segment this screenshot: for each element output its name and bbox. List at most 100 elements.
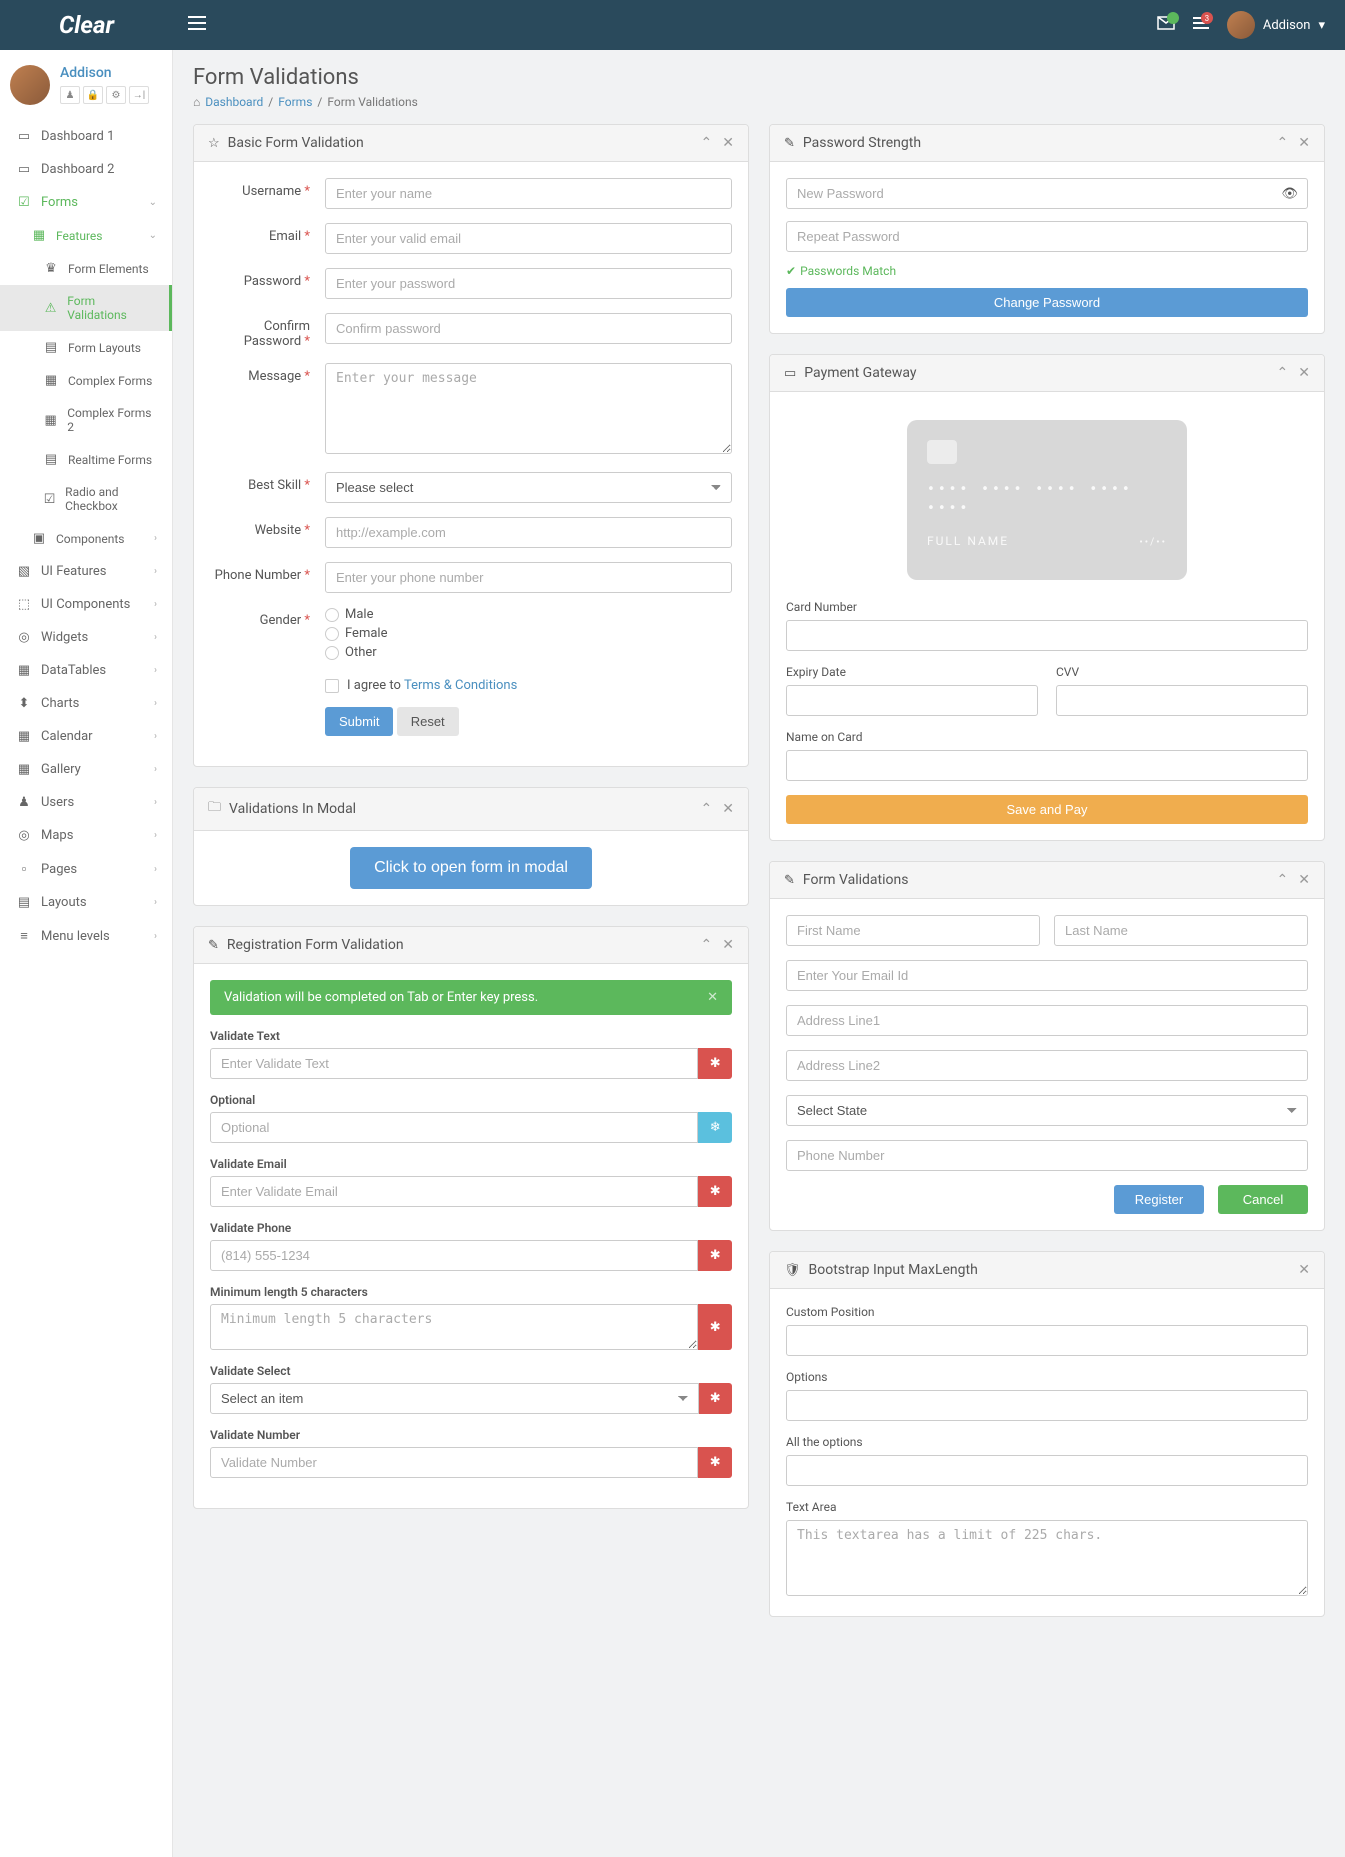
password-input[interactable] bbox=[325, 268, 732, 299]
user-lock-icon[interactable]: 🔒 bbox=[83, 86, 103, 104]
asterisk-icon[interactable]: ✱ bbox=[699, 1383, 733, 1414]
close-icon[interactable]: ✕ bbox=[1298, 1262, 1310, 1278]
sidebar-item-features[interactable]: ▦Features⌄ bbox=[0, 219, 172, 252]
tasks-icon[interactable]: 3 bbox=[1193, 16, 1209, 34]
sidebar-item-users[interactable]: ♟Users› bbox=[0, 786, 172, 819]
sidebar-item-menu-levels[interactable]: ≡Menu levels› bbox=[0, 919, 172, 953]
collapse-icon[interactable]: ⌃ bbox=[701, 801, 713, 817]
agree-checkbox[interactable]: I agree to Terms & Conditions bbox=[325, 678, 732, 693]
snowflake-icon[interactable]: ❄ bbox=[698, 1112, 732, 1143]
user-profile-icon[interactable]: ♟ bbox=[60, 86, 80, 104]
sidebar-item-maps[interactable]: ◎Maps› bbox=[0, 819, 172, 852]
card-name-input[interactable] bbox=[786, 750, 1308, 781]
close-icon[interactable]: ✕ bbox=[722, 937, 734, 953]
sidebar-item-calendar[interactable]: ▦Calendar› bbox=[0, 720, 172, 753]
asterisk-icon[interactable]: ✱ bbox=[698, 1304, 732, 1350]
mail-icon[interactable] bbox=[1157, 16, 1175, 34]
sidebar-item-charts[interactable]: ⬍Charts› bbox=[0, 687, 172, 720]
skill-select[interactable]: Please select bbox=[325, 472, 732, 503]
sidebar-item-form-layouts[interactable]: ▤Form Layouts bbox=[0, 331, 172, 364]
terms-link[interactable]: Terms & Conditions bbox=[404, 678, 517, 693]
user-logout-icon[interactable]: →| bbox=[129, 86, 149, 104]
change-password-button[interactable]: Change Password bbox=[786, 288, 1308, 317]
sidebar-item-complex-forms-2[interactable]: ▦Complex Forms 2 bbox=[0, 397, 172, 443]
eye-icon[interactable]: 👁 bbox=[1281, 186, 1298, 201]
reg-input-validate-text[interactable] bbox=[210, 1048, 698, 1079]
collapse-icon[interactable]: ⌃ bbox=[1277, 135, 1289, 151]
message-textarea[interactable] bbox=[325, 363, 732, 454]
confirm-password-input[interactable] bbox=[325, 313, 732, 344]
sidebar-item-form-validations[interactable]: ⚠Form Validations bbox=[0, 285, 172, 331]
email-id-input[interactable] bbox=[786, 960, 1308, 991]
collapse-icon[interactable]: ⌃ bbox=[1277, 365, 1289, 381]
sidebar-item-ui-features[interactable]: ▧UI Features› bbox=[0, 555, 172, 588]
close-icon[interactable]: ✕ bbox=[1298, 872, 1310, 888]
sidebar-user-name[interactable]: Addison bbox=[60, 65, 149, 81]
brand-logo[interactable]: Clear bbox=[0, 11, 173, 39]
sidebar-item-radio-and-checkbox[interactable]: ☑Radio and Checkbox bbox=[0, 476, 172, 522]
website-input[interactable] bbox=[325, 517, 732, 548]
close-icon[interactable]: ✕ bbox=[722, 801, 734, 817]
sidebar-item-ui-components[interactable]: ⬚UI Components› bbox=[0, 588, 172, 621]
submit-button[interactable]: Submit bbox=[325, 707, 393, 736]
asterisk-icon[interactable]: ✱ bbox=[698, 1176, 732, 1207]
sidebar-item-dashboard-1[interactable]: ▭Dashboard 1 bbox=[0, 120, 172, 153]
state-select[interactable]: Select State bbox=[786, 1095, 1308, 1126]
last-name-input[interactable] bbox=[1054, 915, 1308, 946]
sidebar-item-datatables[interactable]: ▦DataTables› bbox=[0, 654, 172, 687]
new-password-input[interactable] bbox=[786, 178, 1308, 209]
alert-close-icon[interactable]: ✕ bbox=[707, 990, 718, 1005]
options-input[interactable] bbox=[786, 1390, 1308, 1421]
sidebar-item-layouts[interactable]: ▤Layouts› bbox=[0, 886, 172, 919]
phone-number-input[interactable] bbox=[786, 1140, 1308, 1171]
custom-position-input[interactable] bbox=[786, 1325, 1308, 1356]
close-icon[interactable]: ✕ bbox=[1298, 365, 1310, 381]
sidebar-item-realtime-forms[interactable]: ▤Realtime Forms bbox=[0, 443, 172, 476]
register-button[interactable]: Register bbox=[1114, 1185, 1204, 1214]
sidebar-item-gallery[interactable]: ▦Gallery› bbox=[0, 753, 172, 786]
breadcrumb-dashboard[interactable]: Dashboard bbox=[205, 95, 263, 109]
gender-radio-female[interactable]: Female bbox=[325, 626, 732, 641]
email-input[interactable] bbox=[325, 223, 732, 254]
all-options-input[interactable] bbox=[786, 1455, 1308, 1486]
sidebar-item-complex-forms[interactable]: ▦Complex Forms bbox=[0, 364, 172, 397]
gender-radio-male[interactable]: Male bbox=[325, 607, 732, 622]
collapse-icon[interactable]: ⌃ bbox=[701, 937, 713, 953]
sidebar-item-dashboard-2[interactable]: ▭Dashboard 2 bbox=[0, 153, 172, 186]
addr2-input[interactable] bbox=[786, 1050, 1308, 1081]
reg-input-minimum-length-5-characters[interactable] bbox=[210, 1304, 698, 1350]
reg-input-optional[interactable] bbox=[210, 1112, 698, 1143]
cvv-input[interactable] bbox=[1056, 685, 1308, 716]
sidebar-item-form-elements[interactable]: ♛Form Elements bbox=[0, 252, 172, 285]
expiry-input[interactable] bbox=[786, 685, 1038, 716]
phone-input[interactable] bbox=[325, 562, 732, 593]
collapse-icon[interactable]: ⌃ bbox=[1277, 872, 1289, 888]
asterisk-icon[interactable]: ✱ bbox=[698, 1240, 732, 1271]
sidebar-item-widgets[interactable]: ◎Widgets› bbox=[0, 621, 172, 654]
card-number-input[interactable] bbox=[786, 620, 1308, 651]
reg-input-validate-number[interactable] bbox=[210, 1447, 698, 1478]
sidebar-item-pages[interactable]: ▫Pages› bbox=[0, 852, 172, 886]
collapse-icon[interactable]: ⌃ bbox=[701, 135, 713, 151]
breadcrumb-forms[interactable]: Forms bbox=[278, 95, 312, 109]
sidebar-item-forms[interactable]: ☑Forms⌄ bbox=[0, 186, 172, 219]
addr1-input[interactable] bbox=[786, 1005, 1308, 1036]
asterisk-icon[interactable]: ✱ bbox=[698, 1048, 732, 1079]
save-pay-button[interactable]: Save and Pay bbox=[786, 795, 1308, 824]
user-menu[interactable]: Addison ▾ bbox=[1227, 11, 1325, 39]
menu-toggle-icon[interactable] bbox=[173, 16, 221, 34]
asterisk-icon[interactable]: ✱ bbox=[698, 1447, 732, 1478]
reg-input-validate-email[interactable] bbox=[210, 1176, 698, 1207]
close-icon[interactable]: ✕ bbox=[1298, 135, 1310, 151]
reset-button[interactable]: Reset bbox=[397, 707, 459, 736]
sidebar-item-components[interactable]: ▣Components› bbox=[0, 522, 172, 555]
maxlength-textarea[interactable] bbox=[786, 1520, 1308, 1596]
close-icon[interactable]: ✕ bbox=[722, 135, 734, 151]
open-modal-button[interactable]: Click to open form in modal bbox=[350, 847, 592, 889]
repeat-password-input[interactable] bbox=[786, 221, 1308, 252]
cancel-button[interactable]: Cancel bbox=[1218, 1185, 1308, 1214]
user-settings-icon[interactable]: ⚙ bbox=[106, 86, 126, 104]
gender-radio-other[interactable]: Other bbox=[325, 645, 732, 660]
reg-input-validate-phone[interactable] bbox=[210, 1240, 698, 1271]
username-input[interactable] bbox=[325, 178, 732, 209]
